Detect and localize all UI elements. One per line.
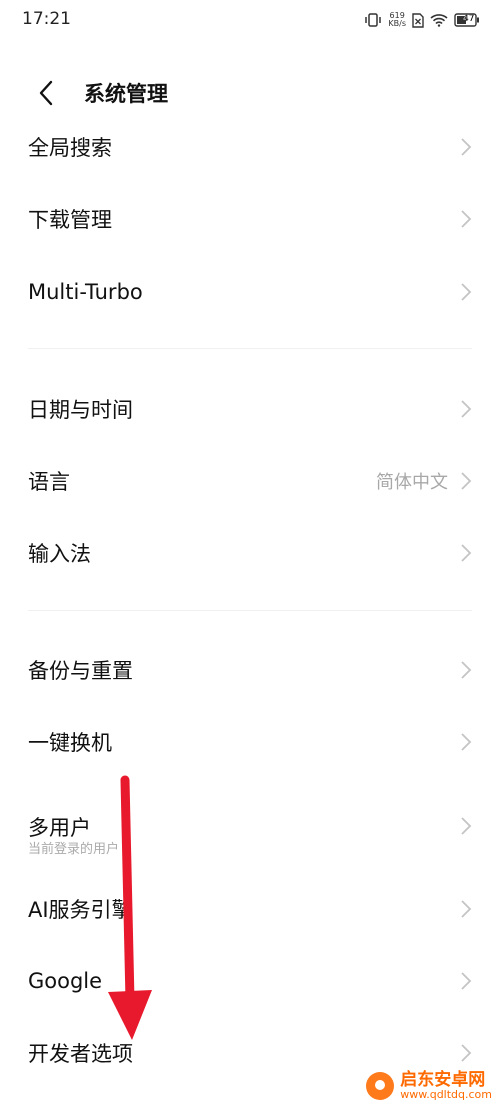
group-divider xyxy=(28,610,472,611)
chevron-right-icon xyxy=(461,900,472,918)
page-title: 系统管理 xyxy=(84,82,168,106)
network-speed: 619 KB/s xyxy=(388,12,406,28)
watermark-url: www.qdltdq.com xyxy=(400,1088,492,1101)
chevron-right-icon xyxy=(461,661,472,679)
status-bar: 17:21 619 KB/s 47 xyxy=(0,0,500,40)
settings-item-label: 开发者选项 xyxy=(28,1042,133,1066)
settings-item-label: Google xyxy=(28,969,103,993)
settings-item-label: 下载管理 xyxy=(28,208,112,232)
settings-item-label: 备份与重置 xyxy=(28,659,133,683)
settings-item-global-search[interactable]: 全局搜索 xyxy=(0,111,500,183)
no-sim-icon xyxy=(412,12,424,28)
chevron-right-icon xyxy=(461,544,472,562)
chevron-right-icon xyxy=(461,817,472,835)
settings-item-label: 输入法 xyxy=(28,542,91,566)
settings-item-language[interactable]: 语言 简体中文 xyxy=(0,445,500,517)
settings-item-date-time[interactable]: 日期与时间 xyxy=(0,373,500,445)
settings-item-download-manager[interactable]: 下载管理 xyxy=(0,183,500,255)
settings-item-multi-turbo[interactable]: Multi-Turbo xyxy=(0,256,500,328)
group-divider xyxy=(28,348,472,349)
settings-item-ai-service[interactable]: AI服务引擎 xyxy=(0,873,500,945)
back-button[interactable] xyxy=(32,78,62,108)
settings-item-label: AI服务引擎 xyxy=(28,898,133,922)
network-speed-unit: KB/s xyxy=(388,19,406,28)
settings-item-label: Multi-Turbo xyxy=(28,280,143,304)
settings-item-label: 日期与时间 xyxy=(28,398,133,422)
settings-item-subtitle: 当前登录的用户 xyxy=(28,842,120,857)
vibrate-icon xyxy=(364,13,382,27)
settings-item-label: 语言 xyxy=(28,470,70,494)
watermark: 启东安卓网 www.qdltdq.com xyxy=(366,1071,492,1101)
chevron-right-icon xyxy=(461,472,472,490)
settings-item-backup-reset[interactable]: 备份与重置 xyxy=(0,634,500,706)
status-time: 17:21 xyxy=(22,9,71,29)
chevron-right-icon xyxy=(461,733,472,751)
wifi-icon xyxy=(430,13,448,27)
chevron-right-icon xyxy=(461,400,472,418)
settings-item-multi-user[interactable]: 多用户 当前登录的用户 xyxy=(0,786,500,866)
chevron-right-icon xyxy=(461,972,472,990)
back-arrow-icon xyxy=(39,80,53,106)
settings-item-phone-clone[interactable]: 一键换机 xyxy=(0,706,500,778)
watermark-title: 启东安卓网 xyxy=(400,1070,486,1090)
chevron-right-icon xyxy=(461,1044,472,1062)
battery-level: 47 xyxy=(463,14,475,24)
settings-item-label: 全局搜索 xyxy=(28,136,112,160)
watermark-logo-icon xyxy=(366,1072,395,1100)
settings-item-google[interactable]: Google xyxy=(0,945,500,1017)
settings-item-label: 一键换机 xyxy=(28,731,112,755)
battery-icon: 47 xyxy=(454,13,480,27)
chevron-right-icon xyxy=(461,283,472,301)
status-icons: 619 KB/s 47 xyxy=(364,10,480,30)
chevron-right-icon xyxy=(461,210,472,228)
settings-item-input-method[interactable]: 输入法 xyxy=(0,517,500,589)
language-value: 简体中文 xyxy=(376,472,448,493)
chevron-right-icon xyxy=(461,138,472,156)
